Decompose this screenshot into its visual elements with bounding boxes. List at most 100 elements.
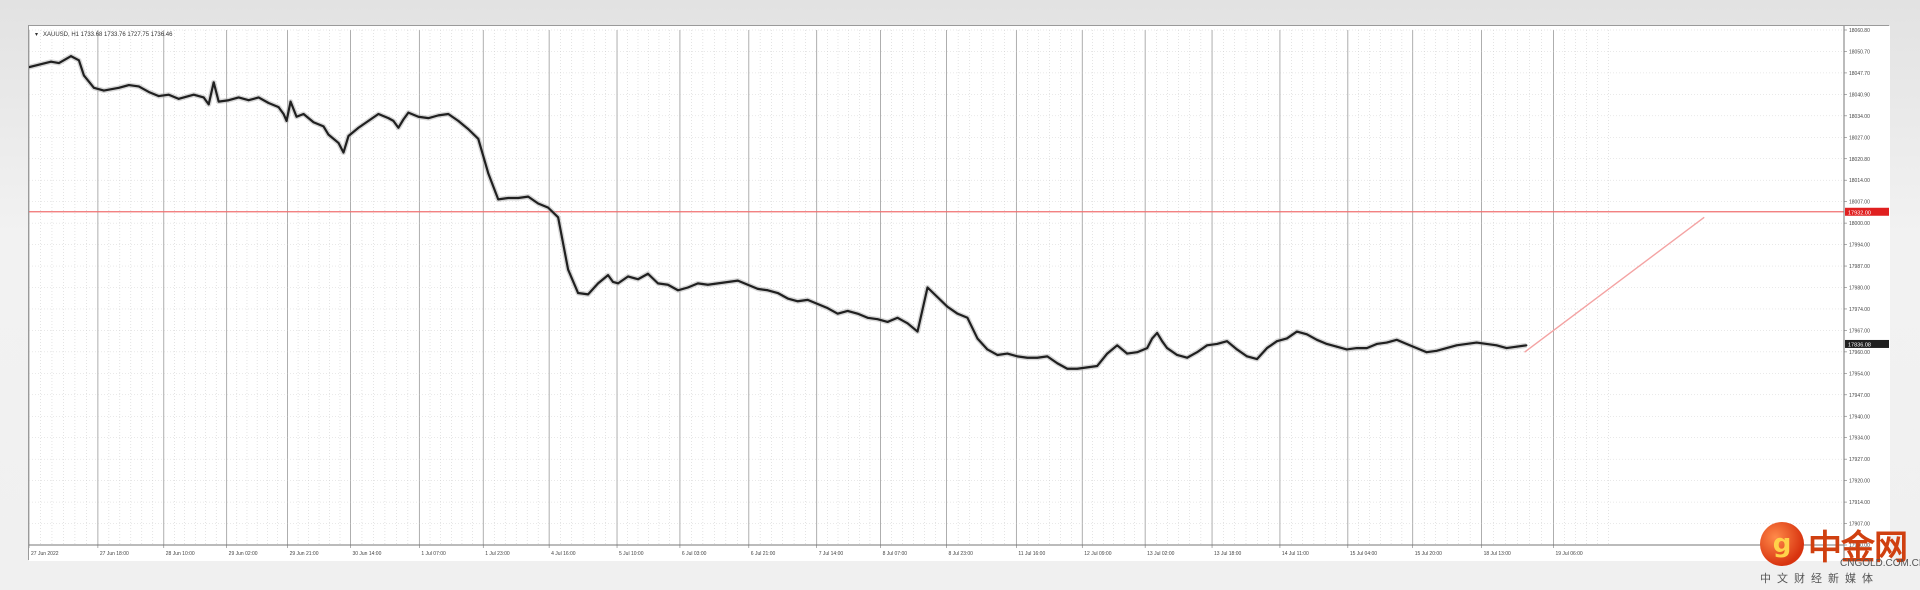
- price-point: [237, 96, 240, 99]
- price-point: [1395, 338, 1398, 341]
- price-point: [1006, 352, 1009, 355]
- price-point: [217, 100, 220, 103]
- price-point: [567, 268, 570, 271]
- time-tick-label: 29 Jun 21:00: [290, 551, 319, 557]
- price-point: [1046, 355, 1049, 358]
- price-point: [726, 281, 729, 283]
- price-point: [1286, 337, 1288, 340]
- price-tick-label: 18040.90: [1849, 92, 1870, 98]
- price-point: [402, 118, 405, 121]
- price-tick-label: 17940.00: [1849, 414, 1870, 420]
- price-tick-label: 17927.00: [1849, 457, 1870, 463]
- price-point: [1076, 367, 1079, 370]
- price-point: [397, 126, 400, 129]
- price-point: [392, 119, 395, 122]
- time-tick-label: 1 Jul 07:00: [421, 551, 446, 557]
- time-tick-label: 8 Jul 23:00: [948, 551, 973, 557]
- price-point: [1515, 345, 1518, 348]
- time-tick-label: 13 Jul 18:00: [1214, 551, 1241, 557]
- price-point: [1375, 343, 1378, 345]
- price-point: [612, 281, 614, 283]
- price-point: [282, 113, 285, 115]
- price-point: [1415, 347, 1418, 349]
- time-tick-label: 8 Jul 07:00: [883, 551, 908, 557]
- price-point: [776, 292, 779, 294]
- price-point: [1206, 344, 1208, 347]
- price-point: [1495, 344, 1498, 347]
- price-point: [1126, 352, 1129, 355]
- price-point: [657, 282, 659, 285]
- price-point: [1525, 344, 1528, 347]
- price-point: [342, 151, 345, 154]
- price-tick-label: 17980.00: [1849, 286, 1870, 292]
- price-point: [766, 289, 769, 292]
- price-point: [557, 216, 560, 219]
- current-price-tag-label: 17836.08: [1848, 342, 1871, 348]
- price-point: [207, 103, 210, 106]
- price-point: [1335, 345, 1338, 348]
- price-point: [50, 60, 52, 63]
- price-point: [916, 330, 919, 333]
- price-point: [1485, 343, 1488, 345]
- price-point: [1106, 352, 1109, 355]
- price-tick-label: 18000.00: [1849, 221, 1870, 227]
- price-point: [247, 99, 250, 102]
- price-point: [537, 202, 540, 205]
- price-tick-label: 18020.80: [1849, 157, 1870, 163]
- price-point: [846, 310, 849, 312]
- price-point: [1305, 333, 1308, 336]
- time-tick-label: 12 Jul 09:00: [1084, 551, 1111, 557]
- price-point: [806, 298, 809, 301]
- price-tick-label: 18014.00: [1849, 178, 1870, 184]
- price-point: [357, 126, 360, 129]
- price-point: [926, 286, 929, 289]
- price-point: [1161, 340, 1164, 343]
- price-point: [285, 119, 288, 122]
- time-tick-label: 5 Jul 10:00: [619, 551, 644, 557]
- time-tick-label: 27 Jun 18:00: [100, 551, 129, 557]
- time-tick-label: 15 Jul 20:00: [1415, 551, 1442, 557]
- price-point: [1355, 347, 1358, 349]
- time-tick-label: 19 Jul 06:00: [1555, 551, 1582, 557]
- price-point: [1475, 341, 1478, 344]
- price-point: [1016, 355, 1019, 358]
- price-tick-label: 18047.70: [1849, 71, 1870, 77]
- price-point: [1026, 356, 1029, 359]
- price-point: [1176, 354, 1179, 356]
- price-point: [437, 114, 440, 117]
- time-tick-label: 28 Jun 10:00: [166, 551, 195, 557]
- time-tick-label: 29 Jun 02:00: [229, 551, 258, 557]
- time-tick-label: 1 Jul 23:00: [485, 551, 510, 557]
- price-tick-label: 17947.00: [1849, 393, 1870, 399]
- price-point: [277, 106, 280, 109]
- price-point: [886, 321, 889, 323]
- time-tick-label: 18 Jul 13:00: [1484, 551, 1511, 557]
- price-chart[interactable]: 18060.80 18050.70 18047.70 18040.90 18034.00…: [29, 26, 1890, 561]
- price-tick-label: 17914.00: [1849, 500, 1870, 506]
- price-point: [202, 96, 205, 99]
- price-point: [517, 197, 520, 199]
- price-tick-label: 17920.00: [1849, 479, 1870, 485]
- symbol-arrow-icon[interactable]: ▾: [35, 32, 38, 38]
- price-point: [137, 85, 140, 88]
- chart-info-line: XAUUSD, H1 1733.68 1733.76 1727.75 1736.…: [43, 32, 173, 38]
- price-point: [507, 197, 510, 199]
- time-tick-label: 15 Jul 04:00: [1350, 551, 1377, 557]
- price-point: [547, 206, 550, 209]
- time-tick-label: 4 Jul 16:00: [551, 551, 576, 557]
- time-tick-label: 27 Jun 2022: [31, 551, 59, 557]
- price-point: [302, 113, 305, 115]
- price-point: [1345, 348, 1348, 351]
- price-point: [1465, 343, 1468, 345]
- price-point: [1066, 367, 1069, 370]
- price-point: [1276, 340, 1278, 343]
- watermark-subtitle: 中文财经新媒体: [1760, 572, 1879, 585]
- price-point: [966, 316, 969, 319]
- watermark-domain: CNGOLD.COM.CN: [1840, 558, 1920, 569]
- time-tick-label: 6 Jul 21:00: [751, 551, 776, 557]
- price-tick-label: 17994.00: [1849, 243, 1870, 249]
- price-point: [1186, 356, 1188, 359]
- price-point: [746, 283, 749, 286]
- cngold-logo-icon: g: [1760, 522, 1804, 566]
- chart-window[interactable]: 18060.80 18050.70 18047.70 18040.90 18034.00…: [28, 25, 1890, 561]
